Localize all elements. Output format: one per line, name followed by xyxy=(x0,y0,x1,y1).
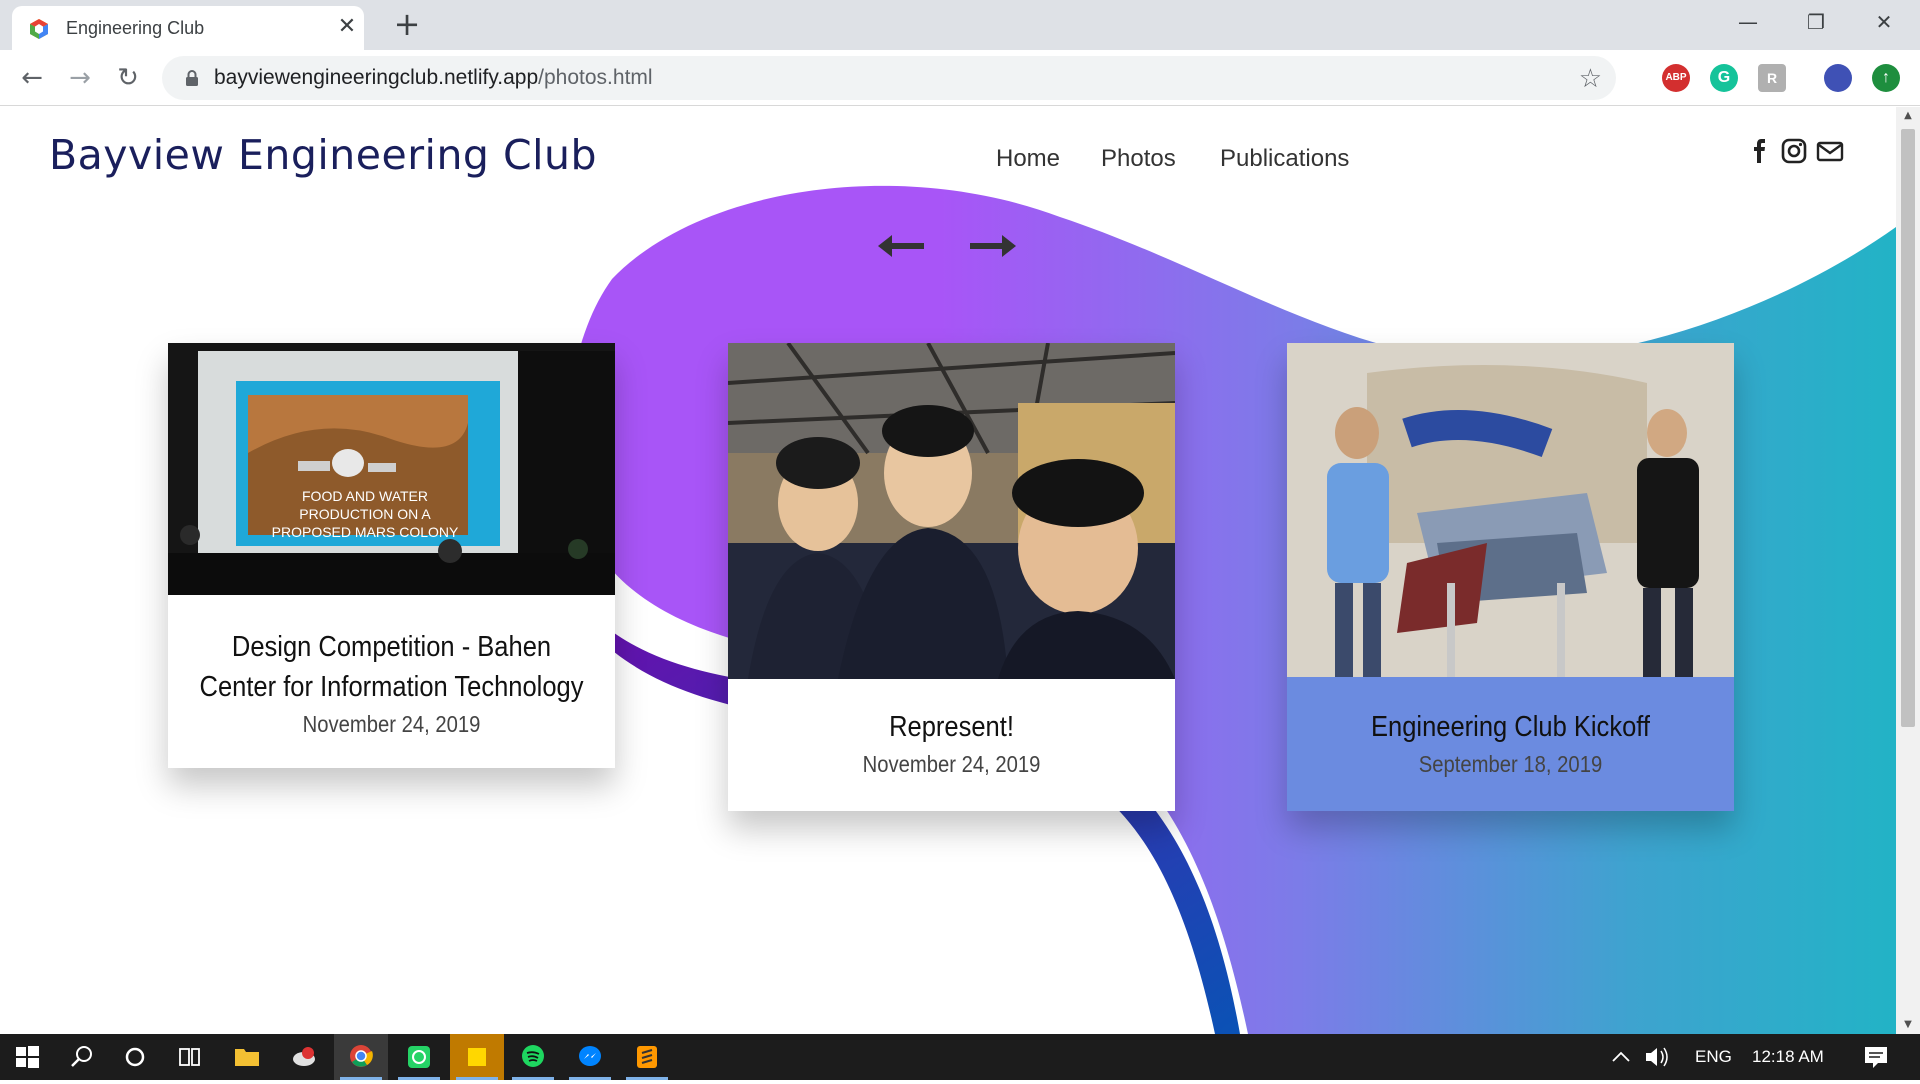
extension-icon[interactable]: R xyxy=(1758,64,1786,92)
new-tab-button[interactable]: + xyxy=(392,8,422,40)
browser-toolbar: ← → ↻ bayviewengineeringclub.netlify.app… xyxy=(0,50,1920,106)
minimize-button[interactable]: — xyxy=(1720,0,1776,44)
update-icon[interactable]: ↑ xyxy=(1872,64,1900,92)
file-explorer-icon[interactable] xyxy=(220,1034,274,1080)
page-viewport: Bayview Engineering Club Home Photos Pub… xyxy=(0,107,1896,1034)
group-selfie-photo xyxy=(728,343,1175,679)
photo-card[interactable]: FOOD AND WATER PRODUCTION ON A PROPOSED … xyxy=(168,343,615,768)
cortana-icon[interactable] xyxy=(108,1034,162,1080)
site-title[interactable]: Bayview Engineering Club xyxy=(49,131,597,179)
scroll-up-icon[interactable]: ▲ xyxy=(1896,107,1920,125)
card-photo xyxy=(1287,343,1734,677)
card-date: November 24, 2019 xyxy=(862,751,1041,777)
messenger-icon[interactable] xyxy=(563,1034,617,1080)
scroll-down-icon[interactable]: ▼ xyxy=(1896,1016,1920,1034)
search-icon[interactable] xyxy=(54,1034,108,1080)
spotify-icon[interactable] xyxy=(506,1034,560,1080)
card-title: Represent! xyxy=(889,711,1014,743)
reload-button[interactable]: ↻ xyxy=(110,60,146,96)
forward-button[interactable]: → xyxy=(62,60,98,96)
browser-tab[interactable]: Engineering Club ✕ xyxy=(12,6,364,50)
bookmark-star-icon[interactable]: ☆ xyxy=(1579,64,1602,94)
nav-photos-link[interactable]: Photos xyxy=(1101,145,1176,173)
photo-card[interactable]: Engineering Club Kickoff September 18, 2… xyxy=(1287,343,1734,811)
address-bar[interactable]: bayviewengineeringclub.netlify.app/photo… xyxy=(162,56,1616,100)
language-indicator[interactable]: ENG xyxy=(1695,1047,1732,1067)
card-title: Design Competition - Bahen Center for In… xyxy=(199,631,584,703)
nav-publications-link[interactable]: Publications xyxy=(1220,145,1349,173)
card-photo: FOOD AND WATER PRODUCTION ON A PROPOSED … xyxy=(168,343,615,595)
back-button[interactable]: ← xyxy=(14,60,50,96)
close-window-button[interactable]: ✕ xyxy=(1856,0,1912,44)
grammarly-icon[interactable]: G xyxy=(1710,64,1738,92)
lock-icon xyxy=(186,70,198,86)
nav-home-link[interactable]: Home xyxy=(996,145,1060,173)
tab-title: Engineering Club xyxy=(66,18,205,38)
start-windows-icon[interactable] xyxy=(0,1034,54,1080)
card-caption: Represent! November 24, 2019 xyxy=(728,707,1175,778)
instagram-icon[interactable] xyxy=(1780,137,1808,165)
next-arrow-icon[interactable] xyxy=(968,231,1018,261)
tab-close-icon[interactable]: ✕ xyxy=(334,14,360,40)
volume-icon[interactable] xyxy=(1640,1034,1674,1080)
url-path: /photos.html xyxy=(538,66,653,89)
club-kickoff-photo xyxy=(1287,343,1734,677)
slide-caption: FOOD AND WATER PRODUCTION ON A PROPOSED … xyxy=(271,488,459,540)
page-scrollbar[interactable]: ▲ ▼ xyxy=(1896,107,1920,1034)
task-view-icon[interactable] xyxy=(162,1034,216,1080)
card-caption: Engineering Club Kickoff September 18, 2… xyxy=(1287,707,1734,778)
tray-chevron-up-icon[interactable] xyxy=(1606,1034,1636,1080)
card-photo xyxy=(728,343,1175,679)
whatsapp-icon[interactable] xyxy=(392,1034,446,1080)
url-domain: bayviewengineeringclub.netlify.app xyxy=(214,66,539,89)
email-icon[interactable] xyxy=(1816,137,1844,165)
clock[interactable]: 12:18 AM xyxy=(1752,1047,1824,1067)
adblock-plus-icon[interactable]: ABP xyxy=(1662,64,1690,92)
url-text: bayviewengineeringclub.netlify.app/photo… xyxy=(214,66,653,90)
windows-taskbar: ENG 12:18 AM xyxy=(0,1034,1920,1080)
photo-card[interactable]: Represent! November 24, 2019 xyxy=(728,343,1175,811)
cloud-app-icon[interactable] xyxy=(277,1034,331,1080)
card-date: November 24, 2019 xyxy=(302,711,481,737)
scroll-thumb[interactable] xyxy=(1901,129,1915,727)
card-title: Engineering Club Kickoff xyxy=(1370,711,1650,743)
presentation-photo xyxy=(168,343,615,595)
sublime-text-icon[interactable] xyxy=(620,1034,674,1080)
card-caption: Design Competition - Bahen Center for In… xyxy=(168,627,615,738)
facebook-icon[interactable] xyxy=(1746,137,1774,165)
site-favicon-icon xyxy=(30,19,48,39)
prev-arrow-icon[interactable] xyxy=(876,231,926,261)
card-date: September 18, 2019 xyxy=(1418,751,1603,777)
restore-button[interactable]: ❐ xyxy=(1788,0,1844,44)
chrome-taskbar-icon[interactable] xyxy=(334,1034,388,1080)
notifications-icon[interactable] xyxy=(1856,1034,1896,1080)
browser-tab-strip: Engineering Club ✕ + — ❐ ✕ xyxy=(0,0,1920,50)
profile-avatar-icon[interactable] xyxy=(1824,64,1852,92)
sticky-notes-icon[interactable] xyxy=(450,1034,504,1080)
